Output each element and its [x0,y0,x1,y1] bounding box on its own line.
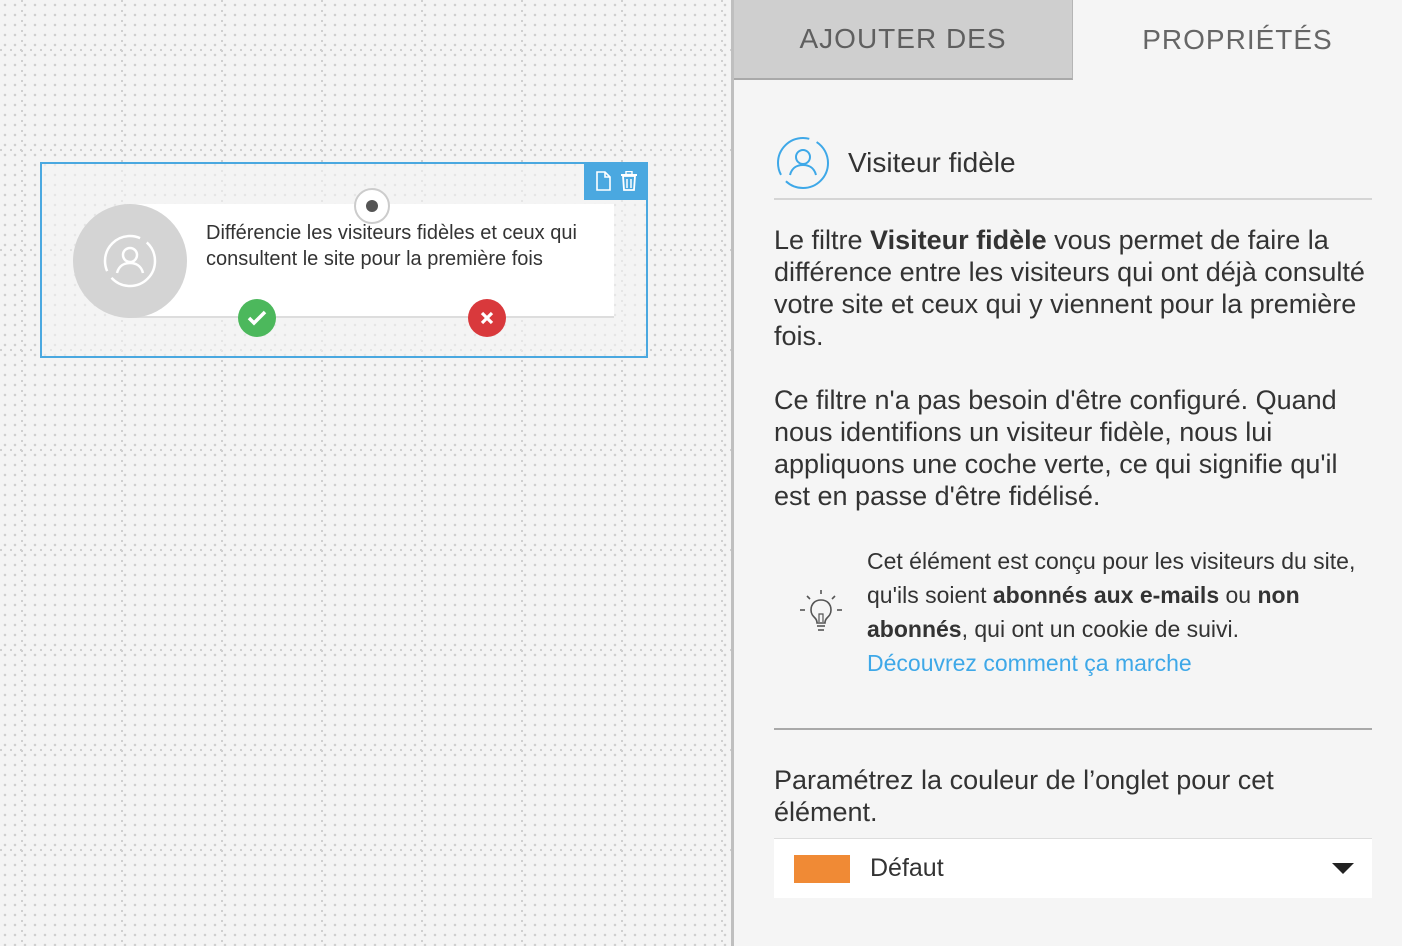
element-title: Visiteur fidèle [848,147,1016,178]
no-branch-port[interactable] [468,299,506,337]
chevron-down-icon[interactable] [1332,863,1354,874]
tab-add[interactable]: AJOUTER DES [734,0,1073,80]
yes-branch-port[interactable] [238,299,276,337]
workflow-canvas[interactable]: Différencie les visiteurs fidèles et ceu… [0,0,732,946]
section-divider [774,728,1372,730]
node-input-port[interactable] [354,188,390,224]
node-toolbar [584,162,648,200]
node-description: Différencie les visiteurs fidèles et ceu… [206,222,577,270]
trash-icon[interactable] [618,169,640,193]
tab-properties[interactable]: PROPRIÉTÉS [1073,0,1402,80]
element-header: Visiteur fidèle [774,128,1372,200]
tip-text: Cet élément est conçu pour les visiteurs… [867,548,1356,676]
element-description: Le filtre Visiteur fidèle vous permet de… [774,225,1365,351]
lightbulb-icon [774,544,867,680]
color-swatch [794,854,850,883]
tab-color-select[interactable]: Défaut [774,838,1372,898]
learn-more-link[interactable]: Découvrez comment ça marche [867,650,1192,676]
returning-visitor-icon [777,137,829,189]
panel-body: Visiteur fidèle Le filtre Visiteur fidèl… [774,128,1372,898]
tip-box: Cet élément est conçu pour les visiteurs… [774,544,1372,680]
tab-color-value: Défaut [870,854,944,882]
close-icon [480,311,494,325]
tab-color-label: Paramétrez la couleur de l’onglet pour c… [774,765,1274,827]
canvas-grid [0,0,732,946]
properties-panel: AJOUTER DES PROPRIÉTÉS Visiteur fidèle L… [734,0,1402,946]
element-description-config: Ce filtre n'a pas besoin d'être configur… [774,385,1338,511]
node-icon-circle [73,204,187,318]
returning-visitor-icon [103,234,157,288]
document-icon[interactable] [592,169,614,193]
check-icon [247,310,267,326]
panel-tabs: AJOUTER DES PROPRIÉTÉS [734,0,1402,80]
